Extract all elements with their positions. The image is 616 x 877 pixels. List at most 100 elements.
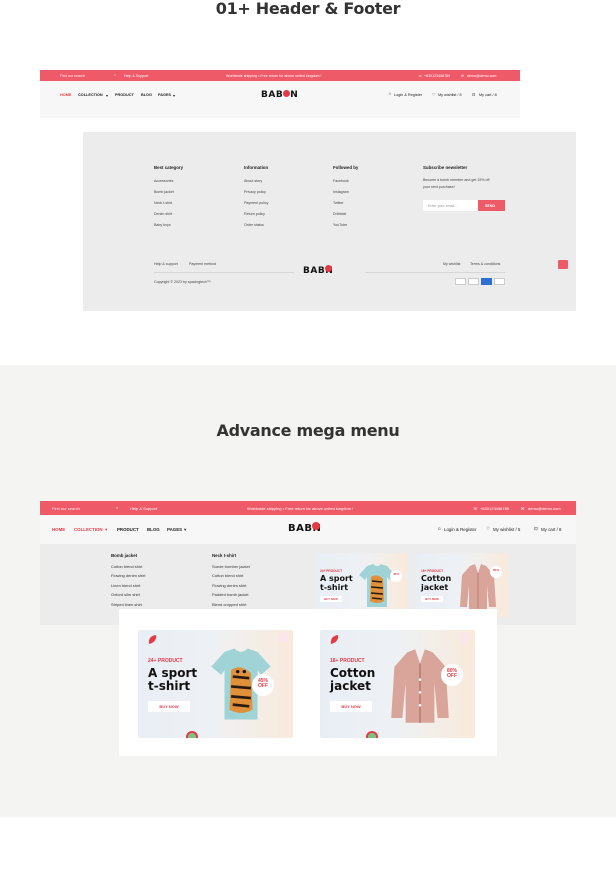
mega-card-jacket-small[interactable]: 18+ PRODUCT Cotton jacket BUY NOW 80%: [416, 553, 508, 617]
footer-link[interactable]: Facebook: [333, 179, 349, 183]
nav-pages[interactable]: PAGES: [167, 527, 182, 532]
email-link[interactable]: demo@demo.com: [467, 74, 496, 78]
footer-link[interactable]: Bomb jacket: [154, 190, 174, 194]
search-placeholder[interactable]: Find our search: [60, 74, 85, 78]
phone-link[interactable]: +6301234567​89: [424, 74, 450, 78]
buy-now-button[interactable]: BUY NOW: [320, 596, 342, 602]
nav-home[interactable]: HOME: [52, 527, 65, 532]
footer-link[interactable]: Return policy: [244, 212, 265, 216]
nav-pages[interactable]: PAGES: [158, 93, 171, 97]
divider: [365, 272, 505, 273]
cart-icon: ⊡: [534, 526, 538, 531]
wishlist-link[interactable]: My wishlist: [443, 262, 460, 266]
mega-card-tshirt[interactable]: 24+ PRODUCT A sport t-shirt BUY NOW 45% OF…: [138, 630, 293, 738]
section-title: 01+ Header & Footer: [215, 0, 401, 18]
mega-link[interactable]: Oxford slim shirt: [111, 592, 140, 597]
footer-link[interactable]: Baby boys: [154, 223, 171, 227]
footer-link[interactable]: Dribbble: [333, 212, 346, 216]
help-link[interactable]: Help & Support: [130, 506, 157, 511]
nav-collection[interactable]: COLLECTION: [74, 527, 103, 532]
search-icon[interactable]: ⌕: [116, 505, 118, 510]
mail-icon: ✉: [461, 73, 465, 78]
bow-icon: [459, 632, 470, 643]
footer-link[interactable]: Instagram: [333, 190, 349, 194]
search-placeholder[interactable]: Find our search: [52, 506, 80, 511]
mega-link[interactable]: Blend cropped shirt: [212, 602, 246, 607]
phone-link[interactable]: +6301234567​89: [480, 506, 509, 511]
nav-product[interactable]: PRODUCT: [115, 93, 134, 97]
footer-link[interactable]: Denim shirt: [154, 212, 172, 216]
footer-col1-title: Best category: [154, 165, 184, 170]
scroll-top-button[interactable]: [558, 260, 568, 269]
buy-now-button[interactable]: BUY NOW: [421, 596, 443, 602]
footer-link[interactable]: YouTube: [333, 223, 347, 227]
mega-col2-title[interactable]: Neck t-shirt: [212, 553, 236, 558]
mega-link[interactable]: Striped linen shirt: [111, 602, 142, 607]
footer-link[interactable]: Order status: [244, 223, 264, 227]
wishlist-link[interactable]: My wishlist / 5: [493, 527, 520, 532]
nav-home[interactable]: HOME: [60, 93, 71, 97]
nav-blog[interactable]: BLOG: [141, 93, 152, 97]
nav-product[interactable]: PRODUCT: [117, 527, 139, 532]
cart-link[interactable]: My cart / 8: [541, 527, 562, 532]
card-tag: 24+ PRODUCT: [320, 569, 343, 573]
logo-text: BAB: [288, 523, 313, 534]
badge-label: OFF: [258, 683, 268, 690]
chevron-down-icon: ▾: [106, 94, 108, 98]
cart-link[interactable]: My cart / 8: [479, 93, 497, 97]
bow-icon: [278, 632, 289, 643]
user-icon: ☺: [388, 92, 392, 96]
nav-collection[interactable]: COLLECTION: [78, 93, 103, 97]
search-icon[interactable]: ⌕: [114, 73, 116, 77]
mega-link[interactable]: Cotton blend shirt: [111, 564, 142, 569]
terms-link[interactable]: Terms & conditions: [470, 262, 500, 266]
copyright: Copyright © 2023 by spacingtech™: [154, 280, 211, 284]
mail-icon: ✉: [521, 505, 525, 511]
user-icon: ☺: [437, 526, 442, 531]
mega-link[interactable]: Suede bomber jacket: [212, 564, 250, 569]
buy-now-button[interactable]: BUY NOW: [330, 701, 372, 712]
login-link[interactable]: Login & Register: [394, 93, 422, 97]
send-label: SEND: [485, 203, 495, 208]
help-link[interactable]: Help & Support: [124, 74, 148, 78]
logo[interactable]: BABN: [261, 90, 298, 100]
leaf-icon: [330, 635, 339, 644]
buy-now-button[interactable]: BUY NOW: [148, 701, 190, 712]
footer-link[interactable]: Twitter: [333, 201, 344, 205]
footer-link[interactable]: Accessories: [154, 179, 173, 183]
logo[interactable]: BABN: [288, 522, 321, 534]
footer-link[interactable]: About story: [244, 179, 262, 183]
mega-link[interactable]: Linen blend shirt: [111, 583, 140, 588]
mega-link[interactable]: Flowing denim shirt: [111, 573, 145, 578]
card-tag: 18+ PRODUCT: [421, 569, 444, 573]
mega-card-tshirt-small[interactable]: 24+ PRODUCT A sport t-shirt BUY NOW 45%: [315, 553, 407, 617]
cart-icon: ⊡: [472, 93, 476, 97]
footer-link[interactable]: Neck t-shirt: [154, 201, 172, 205]
footer-logo[interactable]: BABN: [303, 265, 333, 276]
heart-icon: ♡: [432, 93, 436, 97]
email-link[interactable]: demo@demo.com: [528, 506, 561, 511]
login-link[interactable]: Login & Register: [444, 527, 476, 532]
card-title-line: t-shirt: [320, 582, 349, 592]
mega-link[interactable]: Padded bomb jacket: [212, 592, 248, 597]
header-preview-2: Find our search ⌕ Help & Support Worldwi…: [40, 501, 576, 545]
mega-card-jacket[interactable]: 18+ PRODUCT Cotton jacket BUY NOW 80% OFF: [320, 630, 475, 738]
phone-icon: ☏: [418, 73, 423, 78]
divider: [154, 272, 294, 273]
mega-link[interactable]: Cotton blend shirt: [212, 573, 243, 578]
promo-text: Worldwide shipping • Free return for abo…: [226, 73, 322, 78]
card-title-line: A sport: [148, 666, 198, 680]
payment-link[interactable]: Payment method: [189, 262, 216, 266]
footer-col2-title: Information: [244, 165, 269, 170]
footer-link[interactable]: Privacy policy: [244, 190, 266, 194]
mega-link[interactable]: Flowing denim shirt: [212, 583, 246, 588]
mega-col1-title[interactable]: Bomb jacket: [111, 553, 137, 558]
wishlist-link[interactable]: My wishlist / 5: [438, 93, 462, 97]
card-title: A sport t-shirt: [320, 574, 353, 593]
footer-link[interactable]: Payment policy: [244, 201, 268, 205]
help-link[interactable]: Help & support: [154, 262, 178, 266]
watermelon-icon: [186, 731, 198, 738]
badge-value: 80%: [492, 568, 499, 572]
nav-blog[interactable]: BLOG: [147, 527, 160, 532]
amex-icon: [481, 278, 492, 285]
